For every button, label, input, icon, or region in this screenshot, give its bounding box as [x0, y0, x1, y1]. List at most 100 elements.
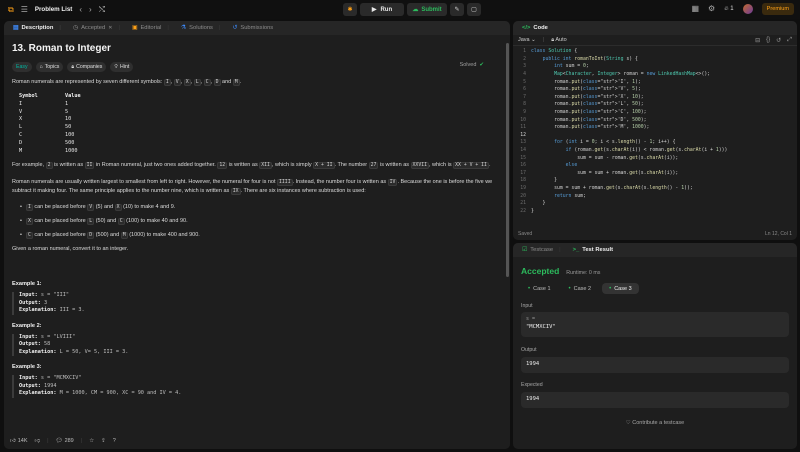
expand-icon[interactable]: ⤢: [787, 37, 792, 44]
table-cell: X: [19, 116, 23, 123]
code-line[interactable]: 13 for (int i = 0; i < s.length() - 1; i…: [513, 139, 797, 147]
tab-accepted[interactable]: ◷ Accepted ✕ |: [68, 21, 125, 35]
code-line[interactable]: 1 class Solution {: [513, 48, 797, 56]
streak-icon[interactable]: 🔥︎ 1: [724, 6, 733, 12]
example-explanation: L = 50, V= 5, III = 3.: [59, 348, 129, 355]
inline-code: C: [203, 79, 211, 86]
chevron-left-icon[interactable]: ‹: [79, 5, 82, 14]
output-heading: Output: [521, 347, 537, 353]
inline-code: 12: [217, 162, 228, 170]
like-button[interactable]: 👍︎ 14K: [10, 438, 28, 444]
code-text: public int romanToInt(String s) {: [542, 56, 638, 62]
braces-icon[interactable]: {}: [766, 37, 770, 44]
code-line[interactable]: 7 roman.put(class="str">'X', 10);: [513, 94, 797, 102]
avatar[interactable]: [742, 4, 753, 14]
tab-testcase[interactable]: ☑ Testcase |: [517, 243, 566, 257]
code-line[interactable]: 4 Map<Character, Integer> roman = new Li…: [513, 71, 797, 79]
list-item: • C can be placed before D (500) and M (…: [20, 231, 496, 240]
submit-button[interactable]: ☁ Submit: [407, 3, 447, 16]
whiteboard-button[interactable]: ▢: [467, 3, 481, 16]
line-number: 4: [523, 72, 526, 78]
tab-solutions[interactable]: ⚗ Solutions |: [176, 21, 226, 35]
favorite-button[interactable]: ☆: [89, 438, 94, 444]
reset-icon[interactable]: ↺: [776, 37, 781, 44]
symbol-table: Symbol Value I1 V5 X 10 L 50 C 100 D 500 M 100…: [19, 93, 496, 155]
code-line[interactable]: 15 sum = sum - roman.get(s.charAt(i));: [513, 154, 797, 162]
auto-mode-toggle[interactable]: 🔒︎ Auto: [551, 37, 567, 44]
code-line[interactable]: 8 roman.put(class="str">'L', 50);: [513, 101, 797, 109]
inline-code: X: [114, 204, 122, 212]
companies-chip[interactable]: 🔒︎ Companies: [67, 62, 107, 72]
code-line[interactable]: 6 roman.put(class="str">'V', 5);: [513, 86, 797, 94]
result-tabs: ☑ Testcase | >_ Test Result: [513, 243, 797, 257]
inline-code: M: [120, 232, 128, 240]
bug-icon: ✱: [347, 7, 353, 13]
bookmark-icon[interactable]: ⊟: [755, 37, 760, 44]
tab-test-result[interactable]: >_ Test Result: [568, 243, 618, 257]
code-text: sum = sum - roman.get(s.charAt(i));: [531, 155, 679, 161]
inline-code: V: [173, 79, 181, 86]
description-footer: 👍︎ 14K 👎︎ | 💬︎ 289 | ☆ ⇪ ?: [4, 432, 510, 449]
description-scrollbar[interactable]: [506, 43, 509, 277]
solved-label: Solved: [459, 62, 477, 68]
line-number: 11: [520, 125, 526, 131]
run-button[interactable]: ▶ Run: [360, 3, 404, 16]
premium-button[interactable]: Premium: [761, 3, 794, 15]
close-icon[interactable]: ✕: [108, 25, 112, 31]
code-line[interactable]: 17 sum = sum + roman.get(s.charAt(i));: [513, 170, 797, 178]
code-line[interactable]: 18 }: [513, 177, 797, 185]
code-text: Map<Character, Integer> roman = new Link…: [554, 72, 711, 78]
code-line[interactable]: 2 public int romanToInt(String s) {: [513, 56, 797, 64]
line-number: 5: [523, 79, 526, 85]
code-line[interactable]: 19 sum = sum + roman.get(s.charAt(s.leng…: [513, 185, 797, 193]
problem-list-icon[interactable]: ☰: [21, 5, 28, 14]
tab-submissions[interactable]: ↺ Submissions: [227, 21, 278, 35]
app-logo-icon[interactable]: ⧉: [8, 5, 14, 14]
settings-icon[interactable]: ⚙: [708, 5, 715, 13]
layout-icon[interactable]: ▦: [691, 5, 699, 13]
debug-button[interactable]: ✱: [343, 3, 357, 16]
code-line[interactable]: 22}: [513, 207, 797, 215]
example-output: 3: [44, 299, 48, 306]
problem-list-link[interactable]: Problem List: [35, 6, 72, 13]
table-cell: 100: [65, 131, 75, 138]
chevron-down-icon: ⌄: [531, 37, 536, 43]
code-line[interactable]: 3 int sum = 0;: [513, 63, 797, 71]
chevron-right-icon[interactable]: ›: [89, 5, 92, 14]
example-title: Example 2:: [12, 322, 42, 329]
code-line[interactable]: 21 }: [513, 200, 797, 208]
code-line[interactable]: 14 if (roman.get(s.charAt(i)) < roman.ge…: [513, 147, 797, 155]
case-tab-3[interactable]: • Case 3: [602, 283, 639, 294]
comments-button[interactable]: 💬︎ 289: [56, 438, 74, 444]
code-line[interactable]: 11 roman.put(class="str">'M', 1000);: [513, 124, 797, 132]
topics-chip[interactable]: ⌂ Topics: [35, 62, 64, 72]
code-line[interactable]: 9 roman.put(class="str">'C', 100);: [513, 109, 797, 117]
notes-button[interactable]: ✎: [450, 3, 464, 16]
list-item: • I can be placed before V (5) and X (10…: [20, 203, 496, 212]
dislike-button[interactable]: 👎︎: [35, 438, 41, 444]
code-text: roman.put(class="str">'V', 5);: [531, 87, 641, 93]
code-line[interactable]: 16 else: [513, 162, 797, 170]
toolbar-divider: |: [542, 37, 545, 43]
hint-chip[interactable]: 💡︎ Hint: [110, 62, 134, 72]
case-tab-2[interactable]: • Case 2: [562, 283, 599, 294]
contribute-testcase-link[interactable]: ♡ Contribute a testcase: [513, 420, 797, 426]
code-line[interactable]: 5 roman.put(class="str">'I', 1);: [513, 78, 797, 86]
code-line[interactable]: 12: [513, 132, 797, 140]
table-cell: 50: [65, 124, 72, 131]
table-row: X 10: [19, 116, 496, 124]
tab-editorial[interactable]: ▣ Editorial |: [127, 21, 174, 35]
case-tab-1[interactable]: • Case 1: [521, 283, 558, 294]
code-text: sum = sum + roman.get(s.charAt(i));: [531, 170, 679, 176]
code-editor[interactable]: 1 class Solution {2 public int romanToInt…: [513, 48, 797, 226]
code-line[interactable]: 20 return sum;: [513, 192, 797, 200]
table-row: L 50: [19, 124, 496, 132]
share-button[interactable]: ⇪: [101, 438, 106, 444]
code-panel: </> Code Java ⌄ | 🔒︎ Auto ⊟ {} ↺ ⤢ 1 class…: [513, 21, 797, 240]
language-select[interactable]: Java ⌄: [518, 37, 536, 43]
tab-code[interactable]: </> Code: [517, 21, 553, 35]
shuffle-icon[interactable]: ⤭: [99, 5, 105, 14]
tab-description[interactable]: ▤ Description |: [8, 21, 66, 35]
help-button[interactable]: ?: [113, 438, 116, 444]
code-line[interactable]: 10 roman.put(class="str">'D', 500);: [513, 116, 797, 124]
